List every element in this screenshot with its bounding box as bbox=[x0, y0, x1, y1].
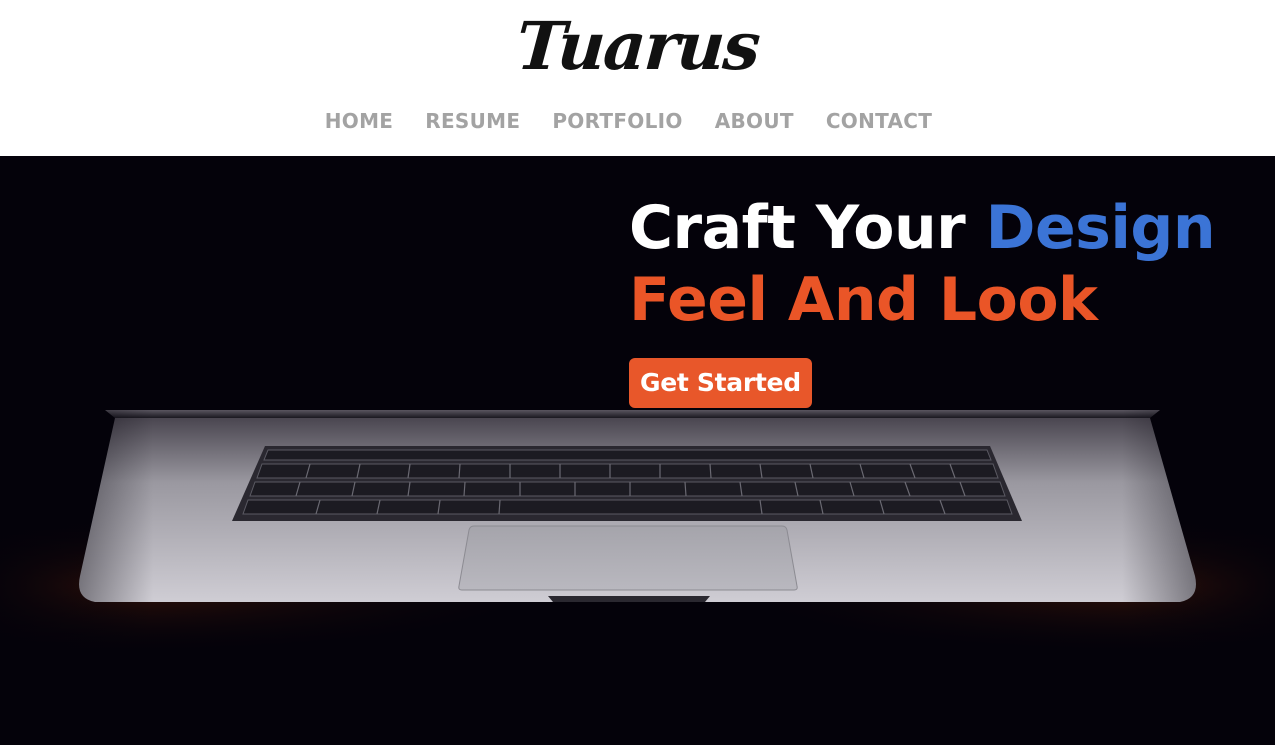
nav-item-contact[interactable]: CONTACT bbox=[826, 106, 932, 136]
site-logo[interactable]: Tuarus bbox=[0, 4, 1275, 88]
headline-blue-text: Design bbox=[985, 193, 1216, 263]
headline-line-1: Craft Your Design bbox=[629, 192, 1269, 264]
get-started-button[interactable]: Get Started bbox=[629, 358, 812, 408]
nav-item-portfolio[interactable]: PORTFOLIO bbox=[552, 106, 682, 136]
hero-section: Craft Your Design Feel And Look Get Star… bbox=[0, 156, 1275, 745]
main-nav: HOME RESUME PORTFOLIO ABOUT CONTACT bbox=[0, 106, 1275, 136]
headline-white-text: Craft Your bbox=[629, 193, 986, 263]
hero-headline: Craft Your Design Feel And Look bbox=[629, 192, 1269, 336]
headline-line-2: Feel And Look bbox=[629, 265, 1098, 335]
nav-item-home[interactable]: HOME bbox=[325, 106, 394, 136]
nav-item-about[interactable]: ABOUT bbox=[715, 106, 794, 136]
site-header: Tuarus HOME RESUME PORTFOLIO ABOUT CONTA… bbox=[0, 0, 1275, 156]
nav-item-resume[interactable]: RESUME bbox=[425, 106, 520, 136]
